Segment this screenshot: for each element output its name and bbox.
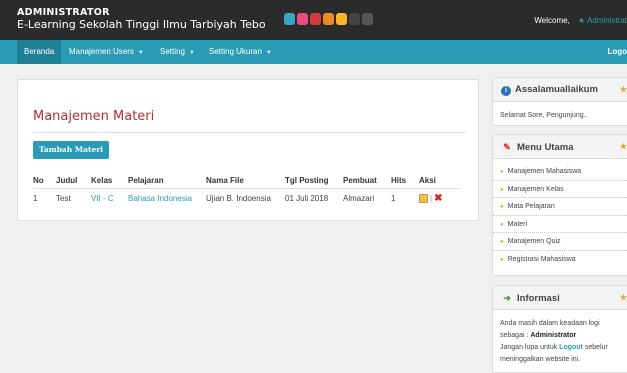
info-line-1: Anda masih dalam keadaan logi xyxy=(500,320,600,327)
greeting-box: i Assalamuallaikum ★ Selamat Sore, Pengun… xyxy=(492,77,627,126)
col-header-pembuat: Pembuat xyxy=(343,176,377,185)
edit-icon[interactable] xyxy=(419,194,428,203)
info-line-3b: sebelur xyxy=(584,344,608,351)
col-header-aksi: Aksi xyxy=(419,176,436,185)
user-link[interactable]: ★ Administrat xyxy=(578,16,627,25)
cell-no: 1 xyxy=(33,194,38,203)
nav-beranda-label: Beranda xyxy=(24,47,55,56)
theme-swatch[interactable] xyxy=(336,13,347,25)
star-icon: ★ xyxy=(619,85,627,94)
col-header-kelas: Kelas xyxy=(91,176,113,185)
table-header-row: No Judul Kelas Pelajaran Nama File Tgl P… xyxy=(33,173,459,189)
theme-swatch[interactable] xyxy=(362,13,373,25)
cell-hits: 1 xyxy=(391,194,396,203)
menu-item-label: Materi xyxy=(507,220,528,228)
brand: ADMINISTRATOR E-Learning Sekolah Tinggi … xyxy=(17,7,266,31)
menu-item-label: Mata Pelajaran xyxy=(507,203,555,210)
main-menu-list: ● Manajemen Mahasiswa ● Manajemen Kelas ● M… xyxy=(493,159,627,268)
cell-tgl-posting: 01 Juli 2018 xyxy=(285,194,329,203)
cell-pembuat: Almazari xyxy=(343,194,375,203)
star-icon: ★ xyxy=(619,142,627,151)
bullet-icon: ● xyxy=(500,186,504,193)
top-header: ADMINISTRATOR E-Learning Sekolah Tinggi … xyxy=(0,0,627,40)
theme-swatch[interactable] xyxy=(284,13,295,25)
col-header-pelajaran: Pelajaran xyxy=(128,176,164,185)
chevron-down-icon: ▼ xyxy=(137,50,144,56)
bullet-icon: ● xyxy=(500,239,504,245)
greeting-box-header: i Assalamuallaikum ★ xyxy=(493,78,627,102)
user-name: Administrat xyxy=(586,16,627,25)
nav-manajemen-users-label: Manajemen Users xyxy=(69,47,134,56)
info-line-3: Jangan lupa untuk xyxy=(500,344,558,351)
main-menu-title: Menu Utama xyxy=(517,142,574,153)
bullet-icon: ● xyxy=(500,204,504,210)
col-header-judul: Judul xyxy=(56,176,78,185)
info-role: Administrator xyxy=(530,332,577,339)
site-title: E-Learning Sekolah Tinggi Ilmu Tarbiyah … xyxy=(17,18,266,31)
cell-pelajaran-link[interactable]: Bahasa Indonesia xyxy=(128,189,206,209)
main-menu-box: ✎ Menu Utama ★ ● Manajemen Mahasiswa ● Mana… xyxy=(492,134,627,276)
menu-item-mata-pelajaran[interactable]: ● Mata Pelajaran xyxy=(493,198,627,216)
page-title: Manajemen Materi xyxy=(33,109,155,124)
menu-item-label: Manajemen Kelas xyxy=(507,185,564,193)
theme-swatch[interactable] xyxy=(297,13,308,25)
cell-judul: Test xyxy=(56,194,71,203)
theme-swatch[interactable] xyxy=(323,13,334,25)
info-line-2: sebagai : xyxy=(500,332,529,339)
arrow-right-icon: ➜ xyxy=(503,293,511,303)
divider xyxy=(33,132,466,133)
menu-item-label: Manajemen Mahasiswa xyxy=(507,168,582,175)
theme-swatch[interactable] xyxy=(310,13,321,25)
nav-setting[interactable]: Setting ▼ xyxy=(160,40,195,64)
info-title: Informasi xyxy=(517,293,560,304)
table-row: 1 Test VII - C Bahasa Indonesia Ujian B.… xyxy=(33,189,459,209)
menu-item-label: Manajemen Quiz xyxy=(507,238,561,245)
action-separator: | xyxy=(430,193,433,203)
cell-kelas-link[interactable]: VII - C xyxy=(91,189,128,209)
info-icon: i xyxy=(501,86,511,96)
col-header-tgl-posting: Tgl Posting xyxy=(285,176,329,185)
nav-setting-ukuran[interactable]: Setting Ukuran ▼ xyxy=(209,40,272,64)
theme-swatch[interactable] xyxy=(349,13,360,25)
bullet-icon: ● xyxy=(500,221,504,228)
materi-panel: Manajemen Materi Tambah Materi No Judul … xyxy=(17,79,479,221)
star-icon: ★ xyxy=(619,293,627,302)
info-box: ➜ Informasi ★ Anda masih dalam keadaan lo… xyxy=(492,285,627,373)
menu-item-manajemen-mahasiswa[interactable]: ● Manajemen Mahasiswa xyxy=(493,163,627,181)
bullet-icon: ● xyxy=(500,169,504,175)
materi-table: No Judul Kelas Pelajaran Nama File Tgl P… xyxy=(33,173,459,208)
menu-item-manajemen-quiz[interactable]: ● Manajemen Quiz xyxy=(493,233,627,251)
main-nav: Beranda Manajemen Users ▼ Setting ▼ Settin… xyxy=(0,40,627,64)
welcome-text: Welcome, ★ Administrat xyxy=(534,16,627,25)
nav-beranda[interactable]: Beranda xyxy=(17,40,62,64)
add-materi-button[interactable]: Tambah Materi xyxy=(33,141,110,159)
menu-item-manajemen-kelas[interactable]: ● Manajemen Kelas xyxy=(493,181,627,198)
menu-item-materi[interactable]: ● Materi xyxy=(493,216,627,233)
cell-aksi: | ✖ xyxy=(419,189,459,209)
info-box-header: ➜ Informasi ★ xyxy=(493,286,627,310)
chevron-down-icon: ▼ xyxy=(265,50,272,56)
menu-item-label: Registrasi Mahasiswa xyxy=(507,255,576,263)
logout-link[interactable]: Logo xyxy=(607,40,627,64)
nav-setting-label: Setting xyxy=(160,47,185,56)
cell-nama-file: Ujian B. Indoensia xyxy=(206,194,271,203)
pencil-icon: ✎ xyxy=(503,142,511,152)
main-menu-header: ✎ Menu Utama ★ xyxy=(493,135,627,159)
col-header-hits: Hits xyxy=(391,176,407,185)
theme-swatches xyxy=(284,13,373,25)
welcome-label: Welcome, xyxy=(534,16,570,25)
col-header-nama-file: Nama File xyxy=(206,176,244,185)
bullet-icon: ● xyxy=(500,256,504,263)
delete-icon[interactable]: ✖ xyxy=(434,193,442,204)
nav-setting-ukuran-label: Setting Ukuran xyxy=(209,47,262,56)
nav-manajemen-users[interactable]: Manajemen Users ▼ xyxy=(69,40,144,64)
col-header-no: No xyxy=(33,176,44,185)
chevron-down-icon: ▼ xyxy=(188,50,195,56)
menu-item-registrasi-mahasiswa[interactable]: ● Registrasi Mahasiswa xyxy=(493,251,627,269)
info-logout-link[interactable]: Logout xyxy=(559,344,583,351)
greeting-title: Assalamuallaikum xyxy=(515,84,598,95)
greeting-text: Selamat Sore, Pengunjung.. xyxy=(500,112,588,119)
info-line-4: meninggalkan website ini. xyxy=(500,356,581,363)
info-text: Anda masih dalam keadaan logi sebagai : … xyxy=(493,310,627,373)
